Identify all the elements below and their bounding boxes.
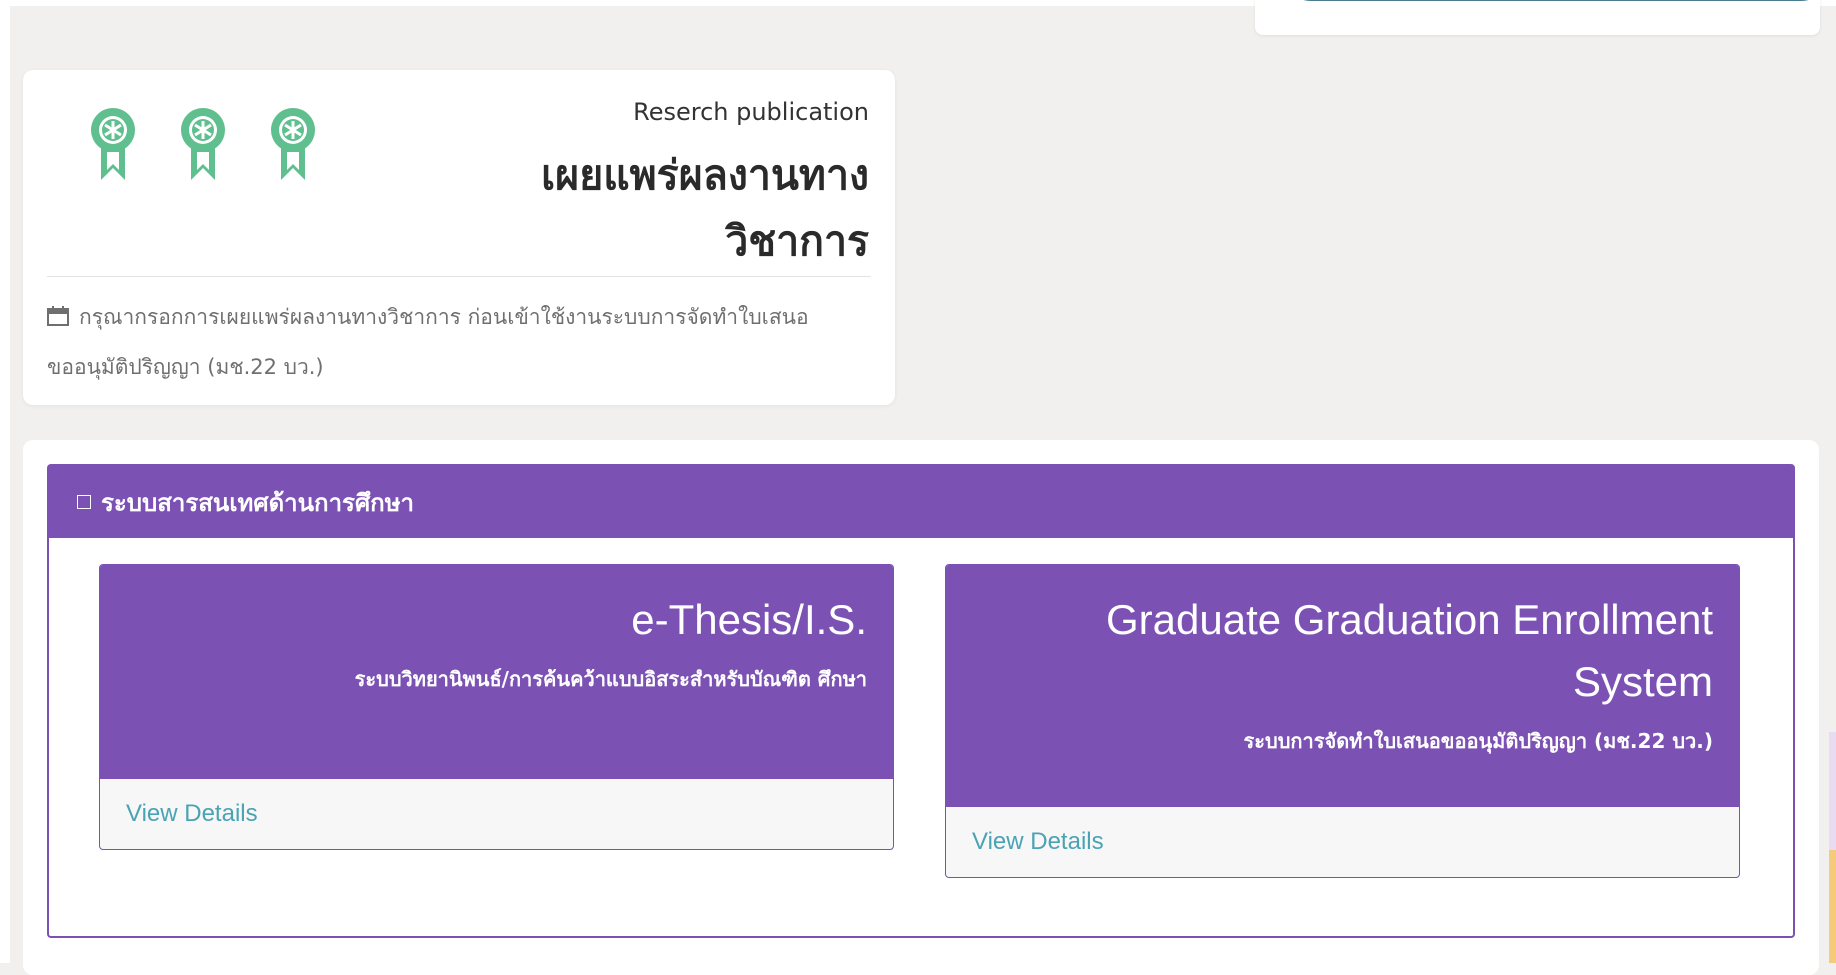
page-left-gutter <box>0 0 10 963</box>
system-card-footer: View Details <box>946 807 1739 877</box>
system-card-title: e-Thesis/I.S. <box>631 596 867 643</box>
award-ribbon-icon <box>271 108 315 180</box>
search-input-partial[interactable] <box>1285 0 1827 1</box>
education-systems-panel: ระบบสารสนเทศด้านการศึกษา e-Thesis/I.S. ร… <box>23 440 1819 975</box>
system-card-ethesis[interactable]: e-Thesis/I.S. ระบบวิทยานิพนธ์/การค้นคว้า… <box>99 564 894 850</box>
system-card-description: ระบบวิทยานิพนธ์/การค้นคว้าแบบอิสระสำหรับ… <box>354 667 867 691</box>
system-card-banner: e-Thesis/I.S. ระบบวิทยานิพนธ์/การค้นคว้า… <box>100 565 893 779</box>
view-details-link[interactable]: View Details <box>972 828 1104 856</box>
square-icon <box>77 495 91 509</box>
system-card-footer: View Details <box>100 779 893 849</box>
divider <box>47 276 871 277</box>
systems-header-title: ระบบสารสนเทศด้านการศึกษา <box>101 488 415 517</box>
system-card-graduation-enrollment[interactable]: Graduate Graduation Enrollment System ระ… <box>945 564 1740 878</box>
search-card-partial <box>1255 0 1827 35</box>
scroll-accent-secondary <box>1829 850 1836 963</box>
system-card-banner: Graduate Graduation Enrollment System ระ… <box>946 565 1739 807</box>
system-card-title: Graduate Graduation Enrollment System <box>1105 596 1713 705</box>
publication-note-line2: ขออนุมัติปริญญา (มช.22 บว.) <box>47 355 324 379</box>
publication-note: กรุณากรอกการเผยแพร่ผลงานทางวิชาการ ก่อนเ… <box>47 292 877 392</box>
publication-subtitle: Reserch publication <box>633 98 869 126</box>
calendar-icon <box>47 306 69 326</box>
award-ribbon-icon <box>91 108 135 180</box>
award-badges <box>89 106 317 182</box>
education-systems-frame: ระบบสารสนเทศด้านการศึกษา e-Thesis/I.S. ร… <box>47 464 1795 938</box>
publication-title: เผยแพร่ผลงานทาง วิชาการ <box>349 142 869 274</box>
publication-title-line1: เผยแพร่ผลงานทาง <box>541 151 869 199</box>
publication-title-line2: วิชาการ <box>725 217 869 265</box>
research-publication-card[interactable]: Reserch publication เผยแพร่ผลงานทาง วิชา… <box>23 70 895 405</box>
system-card-description: ระบบการจัดทำใบเสนอขออนุมัติปริญญา (มช.22… <box>1243 729 1713 753</box>
view-details-link[interactable]: View Details <box>126 800 258 828</box>
systems-header: ระบบสารสนเทศด้านการศึกษา <box>49 466 1793 538</box>
award-ribbon-icon <box>181 108 225 180</box>
publication-note-line1: กรุณากรอกการเผยแพร่ผลงานทางวิชาการ ก่อนเ… <box>79 305 809 329</box>
